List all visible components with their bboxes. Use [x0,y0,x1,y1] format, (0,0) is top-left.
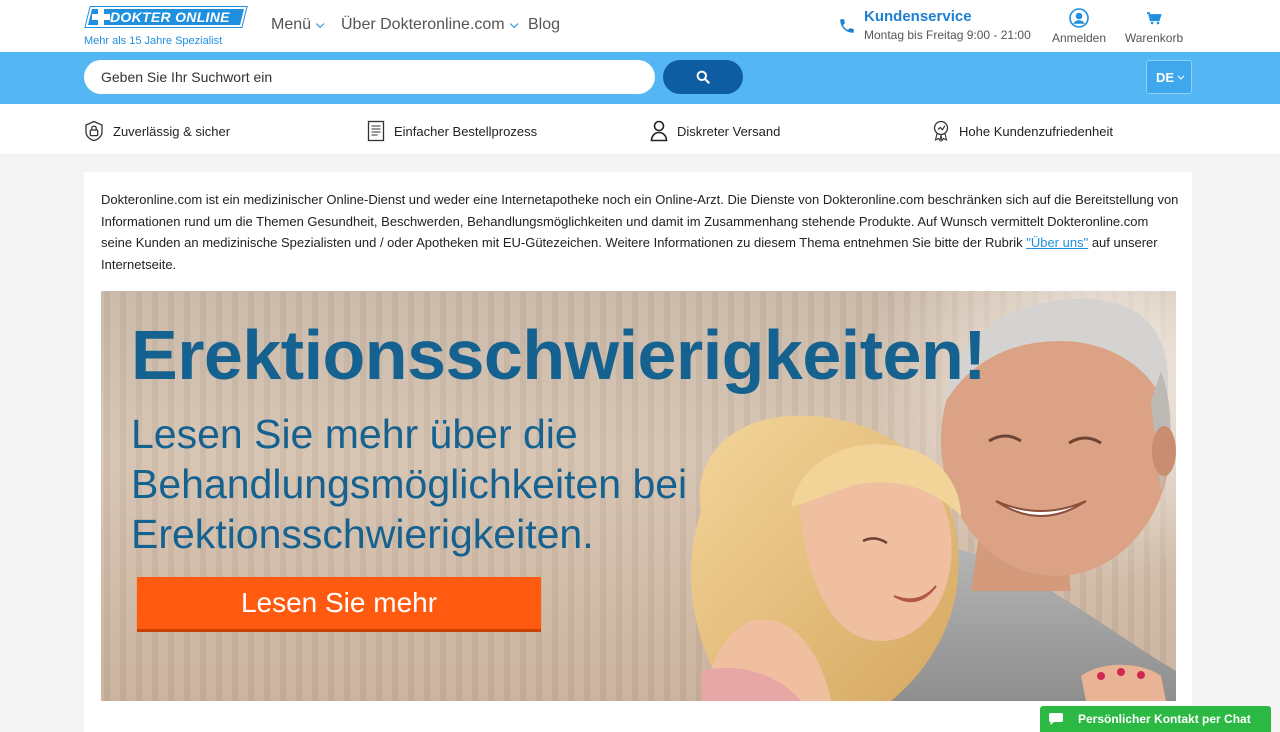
person-icon [650,120,668,142]
nav-blog[interactable]: Blog [528,16,560,34]
usp-bar: Zuverlässig & sicher Einfacher Bestellpr… [0,104,1280,154]
nav-menu-label: Menü [271,16,312,33]
search-button[interactable] [663,60,743,94]
logo-tagline: Mehr als 15 Jahre Spezialist [84,35,223,47]
search-bar: DE [0,52,1280,104]
language-select[interactable]: DE [1146,60,1192,94]
about-us-link[interactable]: "Über uns" [1026,235,1088,250]
usp-item-secure: Zuverlässig & sicher [84,120,230,142]
banner-subline: Lesen Sie mehr über die Behandlungsmögli… [131,411,688,557]
chat-button[interactable]: Persönlicher Kontakt per Chat [1040,706,1271,732]
nav-blog-label: Blog [528,16,561,33]
search-input[interactable] [84,60,655,94]
disclaimer-body: Dokteronline.com ist ein medizinischer O… [101,192,1179,250]
site-header: DOKTER ONLINE Mehr als 15 Jahre Speziali… [0,0,1280,52]
usp-item-discreet: Diskreter Versand [650,120,780,142]
login-button[interactable]: Anmelden [1050,8,1108,45]
cart-label: Warenkorb [1124,31,1184,45]
cart-icon [1147,12,1162,25]
chevron-down-icon [1177,72,1185,80]
logo[interactable]: DOKTER ONLINE [85,7,247,27]
promo-banner[interactable]: Erektionsschwierigkeiten! Lesen Sie mehr… [101,291,1176,701]
cart-button[interactable]: Warenkorb [1123,8,1185,45]
nav-about[interactable]: Über Dokteronline.com [341,16,518,34]
usp-label: Hohe Kundenzufriedenheit [959,123,1113,139]
usp-label: Diskreter Versand [677,123,781,139]
banner-headline: Erektionsschwierigkeiten! [131,316,987,394]
award-icon [933,120,949,142]
document-icon [367,120,385,142]
nav-menu[interactable]: Menü [271,16,325,34]
login-label: Anmelden [1051,31,1107,45]
chevron-down-icon [315,19,325,29]
chat-bubble-icon [1049,713,1063,725]
nav-about-label: Über Dokteronline.com [341,16,505,33]
logo-text: DOKTER ONLINE [110,9,230,25]
chevron-down-icon [509,19,518,29]
customer-service-hours: Montag bis Freitag 9:00 - 21:00 [864,28,1031,42]
main-content: Dokteronline.com ist ein medizinischer O… [84,172,1192,732]
phone-icon [840,19,854,33]
read-more-button[interactable]: Lesen Sie mehr [137,577,541,629]
chat-label: Persönlicher Kontakt per Chat [1078,712,1251,726]
usp-item-ordering: Einfacher Bestellprozess [367,120,537,142]
search-icon [696,70,710,84]
usp-label: Einfacher Bestellprozess [394,123,538,139]
language-label: DE [1155,69,1175,85]
usp-label: Zuverlässig & sicher [113,123,231,139]
lock-icon [85,120,103,142]
usp-item-satisfaction: Hohe Kundenzufriedenheit [932,120,1113,142]
user-icon [1069,8,1089,28]
disclaimer-text: Dokteronline.com ist ein medizinischer O… [101,189,1181,275]
customer-service-title[interactable]: Kundenservice [864,8,972,25]
medical-cross-icon [92,9,110,25]
